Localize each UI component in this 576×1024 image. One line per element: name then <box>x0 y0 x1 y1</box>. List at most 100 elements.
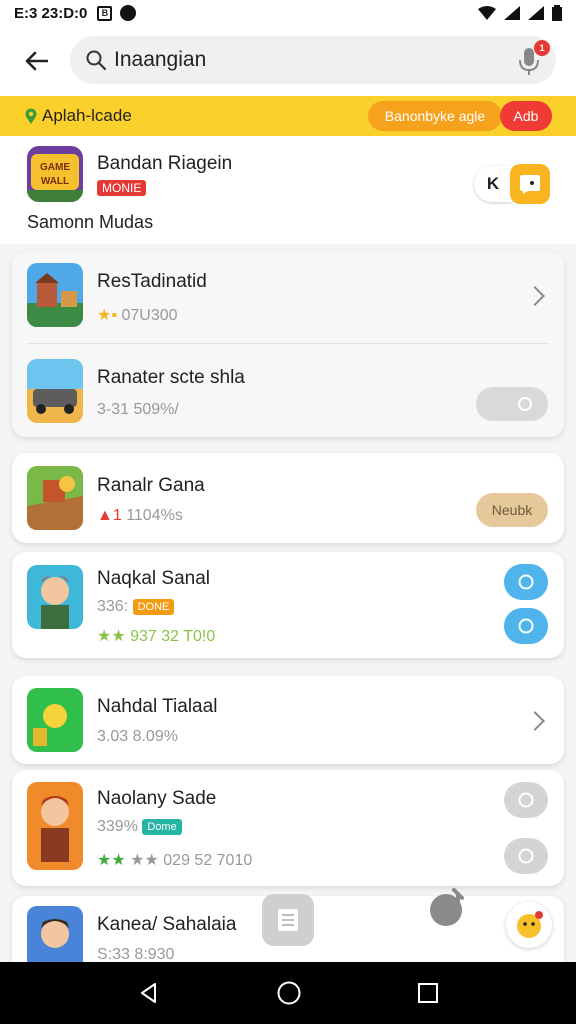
back-button[interactable] <box>0 26 72 96</box>
refresh-icon <box>518 618 534 634</box>
list-item[interactable]: Ranalr Gana ▲1 1104%s Neubk <box>12 453 564 543</box>
app-list-card: Naolany Sade 339% Dome ★★ ★★ 029 52 7010 <box>12 770 564 886</box>
user-fab[interactable] <box>428 886 472 930</box>
app-title: Kanea/ Sahalaia <box>97 914 237 935</box>
featured-chat-button[interactable] <box>510 164 550 204</box>
app-icon <box>27 263 83 327</box>
home-nav-icon[interactable] <box>276 980 302 1006</box>
app-title: Naolany Sade <box>97 788 217 809</box>
app-title: ResTadinatid <box>97 271 207 292</box>
user-upload-icon <box>430 888 464 926</box>
app-rating: ★★ 937 32 T0!0 <box>97 628 216 645</box>
search-icon <box>86 50 106 70</box>
signal-icon <box>504 6 520 20</box>
action-button-1[interactable] <box>504 782 548 818</box>
featured-app-title: Bandan Riagein <box>97 153 233 174</box>
list-item[interactable]: Naolany Sade 339% Dome ★★ ★★ 029 52 7010 <box>12 770 564 886</box>
app-downloads: 339% <box>97 818 138 835</box>
app-list-card: Naqkal Sanal 336: DONE ★★ 937 32 T0!0 <box>12 552 564 658</box>
status-icons <box>478 5 562 21</box>
arrow-left-icon <box>25 51 48 71</box>
app-downloads: 07U300 <box>121 307 178 324</box>
app-tag: Dome <box>142 818 182 835</box>
app-icon <box>27 906 83 970</box>
list-item[interactable]: Ranater scte shla 3-31 509%/ <box>12 347 564 437</box>
app-title: Nahdal Tialaal <box>97 696 218 717</box>
app-list-card: Ranalr Gana ▲1 1104%s Neubk <box>12 453 564 543</box>
mic-badge: 1 <box>534 40 550 56</box>
app-icon <box>27 565 83 629</box>
featured-app-icon: GAME WALL <box>27 146 83 202</box>
refresh-icon <box>518 792 534 808</box>
featured-app-tag: MONIE <box>97 180 147 196</box>
svg-text:WALL: WALL <box>41 176 69 187</box>
svg-text:GAME: GAME <box>40 162 70 173</box>
search-input[interactable]: Inaangian 1 <box>70 36 556 84</box>
back-nav-icon[interactable] <box>137 981 161 1005</box>
star-rating: ★▪ <box>97 307 118 324</box>
list-item[interactable]: Naqkal Sanal 336: DONE ★★ 937 32 T0!0 <box>12 552 564 658</box>
app-title: Ranater scte shla <box>97 367 245 388</box>
chat-bubble-icon <box>520 175 540 194</box>
divider <box>27 343 549 344</box>
banner-primary-button[interactable]: Banonbyke agle <box>368 101 502 131</box>
app-rating: ★★ ★★ 029 52 7010 <box>97 850 252 870</box>
emoji-fab[interactable] <box>506 902 552 948</box>
chevron-right-icon[interactable] <box>525 711 545 731</box>
mic-button[interactable]: 1 <box>516 40 550 76</box>
app-title: Ranalr Gana <box>97 475 205 496</box>
app-icon <box>27 782 83 870</box>
app-notification-icon <box>120 5 137 21</box>
location-pin-icon <box>25 108 37 124</box>
star-rating: ★★ <box>97 852 126 869</box>
app-tag: DONE <box>132 598 175 615</box>
app-icon <box>27 688 83 752</box>
banner-secondary-button[interactable]: Adb <box>500 101 552 131</box>
app-meta: 339% Dome <box>97 818 182 836</box>
featured-k-button[interactable]: K <box>474 166 512 202</box>
status-time: E:3 23:D:0 <box>14 4 88 22</box>
refresh-icon <box>518 574 534 590</box>
action-button-2[interactable] <box>504 838 548 874</box>
notification-icon: B <box>97 5 113 21</box>
list-item[interactable]: ResTadinatid ★▪ 07U300 <box>12 251 564 343</box>
document-fab[interactable] <box>262 894 314 946</box>
banner-label: Aplah-lcade <box>42 106 132 125</box>
system-nav-bar <box>0 962 576 1024</box>
signal-icon-2 <box>528 6 544 20</box>
action-button-1[interactable] <box>504 564 548 600</box>
app-title: Naqkal Sanal <box>97 568 211 589</box>
featured-app-subtitle: Samonn Mudas <box>27 212 154 232</box>
list-item[interactable]: Nahdal Tialaal 3.03 8.09% <box>12 676 564 764</box>
app-downloads: 336: <box>97 598 129 615</box>
rank-badge: ▲1 <box>97 507 122 524</box>
neubk-button[interactable]: Neubk <box>476 493 548 527</box>
app-icon <box>27 466 83 530</box>
document-icon <box>278 909 298 931</box>
recents-nav-icon[interactable] <box>417 982 439 1004</box>
search-query: Inaangian <box>114 48 207 71</box>
featured-app[interactable]: GAME WALL Bandan Riagein MONIE Samonn Mud… <box>0 136 576 244</box>
app-list-card: ResTadinatid ★▪ 07U300 Ranater scte shla… <box>12 251 564 437</box>
app-meta: 336: DONE <box>97 598 175 616</box>
app-icon <box>27 359 83 423</box>
refresh-icon <box>518 397 532 411</box>
app-meta: 3.03 8.09% <box>97 728 178 745</box>
app-rating-text: ★★ 029 52 7010 <box>130 852 253 869</box>
emoji-icon <box>517 911 543 938</box>
wifi-icon <box>478 6 496 20</box>
app-downloads: 1104%s <box>126 507 183 524</box>
app-root: E:3 23:D:0 B Inaangian 1 Aplah-lcade Ban… <box>0 0 576 1024</box>
app-meta: ★▪ 07U300 <box>97 305 178 325</box>
app-meta: 3-31 509%/ <box>97 401 179 418</box>
app-meta: ▲1 1104%s <box>97 507 183 525</box>
chevron-right-icon[interactable] <box>525 286 545 306</box>
battery-icon <box>552 5 562 21</box>
refresh-icon <box>518 848 534 864</box>
category-banner: Aplah-lcade Banonbyke agle Adb <box>0 96 576 136</box>
search-header: Inaangian 1 <box>0 26 576 96</box>
app-list-card: Nahdal Tialaal 3.03 8.09% <box>12 676 564 764</box>
status-bar: E:3 23:D:0 B <box>0 0 576 26</box>
action-button-2[interactable] <box>504 608 548 644</box>
install-button[interactable] <box>476 387 548 421</box>
